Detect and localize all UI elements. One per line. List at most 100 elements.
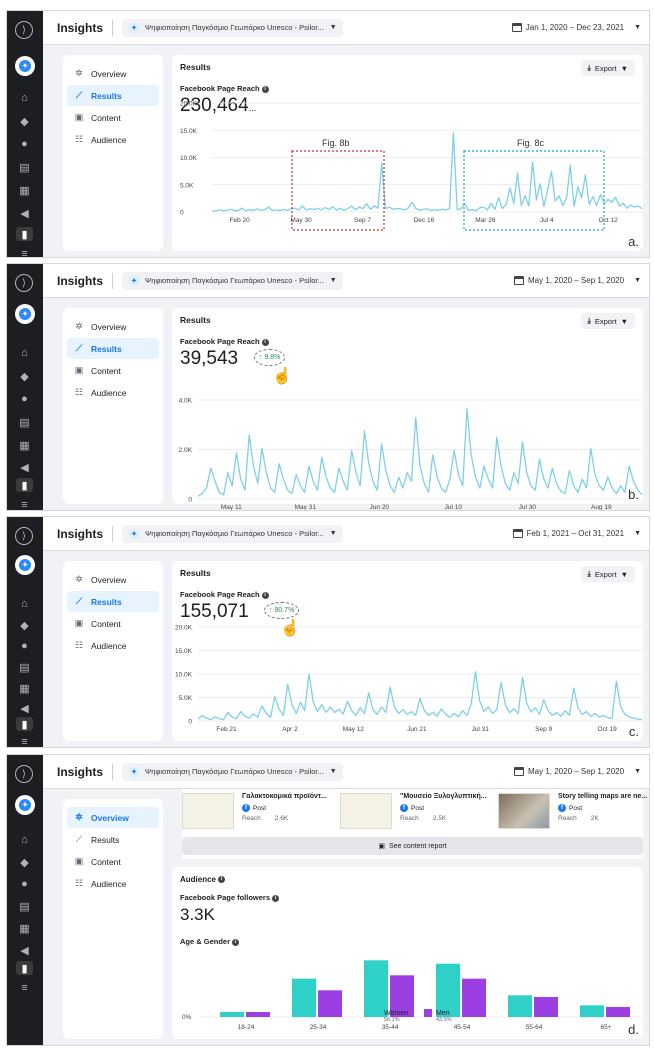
- nav-overview[interactable]: ✲ Overview: [67, 316, 159, 337]
- chart-legend: Women 56.1% Men 43.9%: [372, 1009, 452, 1023]
- nav-content[interactable]: ▣ Content: [67, 107, 159, 128]
- post-card[interactable]: Story telling maps are ne... f Post Reach…: [498, 793, 648, 829]
- notifications-icon[interactable]: ◆: [16, 114, 33, 128]
- page-avatar[interactable]: ✦: [15, 56, 35, 76]
- nav-content[interactable]: ▣ Content: [67, 851, 159, 872]
- date-range-picker[interactable]: May 1, 2020 – Sep 1, 2020 ▼: [513, 767, 641, 776]
- post-title: Story telling maps are ne...: [558, 793, 648, 800]
- notifications-icon[interactable]: ◆: [16, 855, 33, 869]
- menu-icon[interactable]: ≡: [16, 981, 33, 995]
- page-selector[interactable]: ✦ Ψηφιοποίηση Παγκόσμιο Γεωπάρκο Unesco -…: [122, 762, 343, 781]
- bar-men: [534, 997, 558, 1017]
- home-icon[interactable]: ⌂: [16, 597, 33, 611]
- messages-icon[interactable]: ●: [16, 639, 33, 653]
- legend-men: Men 43.9%: [424, 1009, 452, 1023]
- facebook-icon: f: [242, 804, 250, 812]
- audience-icon: ☷: [74, 134, 84, 144]
- chevron-down-icon: ▼: [620, 316, 628, 326]
- nav-overview[interactable]: ✲ Overview: [67, 63, 159, 84]
- nav-overview[interactable]: ✲ Overview: [67, 569, 159, 590]
- menu-icon[interactable]: ≡: [16, 498, 33, 510]
- ads-icon[interactable]: ◀: [16, 460, 33, 474]
- menu-icon[interactable]: ≡: [16, 735, 33, 747]
- insights-icon[interactable]: ▮: [16, 717, 33, 731]
- nav-content[interactable]: ▣ Content: [67, 360, 159, 381]
- report-icon: ▣: [378, 843, 386, 850]
- calendar-icon: [511, 23, 522, 32]
- insights-nav: ✲ Overview ⟋ Results ▣ Content ☷ Audience: [63, 308, 163, 504]
- insights-icon[interactable]: ▮: [16, 227, 33, 241]
- nav-audience[interactable]: ☷ Audience: [67, 873, 159, 894]
- menu-icon[interactable]: ≡: [16, 247, 33, 257]
- ads-icon[interactable]: ◀: [16, 943, 33, 957]
- meta-logo-icon[interactable]: ⟩: [15, 765, 33, 783]
- x-tick-label: Sep 9: [535, 726, 552, 733]
- post-card[interactable]: Γαλακτοκομικά προϊόντ... f Post Reach 2.6K: [182, 793, 332, 829]
- x-tick-label: May 31: [295, 504, 317, 511]
- nav-results[interactable]: ⟋ Results: [67, 338, 159, 359]
- post-thumbnail: [498, 793, 550, 829]
- posts-icon[interactable]: ▤: [16, 160, 33, 174]
- x-tick-label: May 12: [343, 726, 365, 733]
- notifications-icon[interactable]: ◆: [16, 618, 33, 632]
- insights-icon[interactable]: ▮: [16, 961, 33, 975]
- top-bar: Insights ✦ Ψηφιοποίηση Παγκόσμιο Γεωπάρκο…: [43, 11, 649, 45]
- ads-icon[interactable]: ◀: [16, 701, 33, 715]
- home-icon[interactable]: ⌂: [16, 346, 33, 360]
- posts-icon[interactable]: ▤: [16, 660, 33, 674]
- export-button[interactable]: ⤓ Export ▼: [580, 313, 635, 329]
- nav-audience[interactable]: ☷ Audience: [67, 635, 159, 656]
- date-range-picker[interactable]: Feb 1, 2021 – Oct 31, 2021 ▼: [512, 529, 641, 538]
- series-line: [211, 132, 643, 212]
- messages-icon[interactable]: ●: [16, 392, 33, 406]
- results-card: Results ⤓ Export ▼ Facebook Page Reach i 15…: [172, 561, 643, 741]
- calendar-icon: [512, 529, 523, 538]
- meta-logo-icon[interactable]: ⟩: [15, 21, 33, 39]
- home-icon[interactable]: ⌂: [16, 91, 33, 105]
- nav-audience[interactable]: ☷ Audience: [67, 382, 159, 403]
- export-button[interactable]: ⤓ Export ▼: [580, 60, 635, 76]
- page-selector[interactable]: ✦ Ψηφιοποίηση Παγκόσμιο Γεωπάρκο Unesco -…: [122, 524, 343, 543]
- nav-results[interactable]: ⟋ Results: [67, 829, 159, 850]
- posts-icon[interactable]: ▤: [16, 415, 33, 429]
- date-range-picker[interactable]: Jan 1, 2020 – Dec 23, 2021 ▼: [511, 23, 641, 32]
- calendar-icon[interactable]: ▦: [16, 438, 33, 452]
- notifications-icon[interactable]: ◆: [16, 369, 33, 383]
- page-selector[interactable]: ✦ Ψηφιοποίηση Παγκόσμιο Γεωπάρκο Unesco -…: [122, 271, 343, 290]
- calendar-icon[interactable]: ▦: [16, 921, 33, 935]
- page-avatar[interactable]: ✦: [15, 795, 35, 815]
- post-card[interactable]: "Μουσείο Ξυλογλυπτική... f Post Reach 2.5K: [340, 793, 490, 829]
- see-content-report-button[interactable]: ▣ See content report: [182, 837, 643, 855]
- messages-icon[interactable]: ●: [16, 877, 33, 891]
- ads-icon[interactable]: ◀: [16, 206, 33, 220]
- nav-content[interactable]: ▣ Content: [67, 613, 159, 634]
- meta-logo-icon[interactable]: ⟩: [15, 274, 33, 292]
- info-icon: i: [218, 876, 226, 884]
- page-avatar[interactable]: ✦: [15, 555, 35, 575]
- results-heading: Results: [180, 315, 211, 325]
- posts-icon[interactable]: ▤: [16, 899, 33, 913]
- nav-results[interactable]: ⟋ Results: [67, 85, 159, 106]
- x-tick-label: 65+: [600, 1024, 611, 1031]
- divider: [112, 525, 114, 542]
- nav-audience[interactable]: ☷ Audience: [67, 129, 159, 150]
- nav-overview[interactable]: ✲ Overview: [67, 807, 159, 828]
- bar-men: [606, 1007, 630, 1017]
- export-button[interactable]: ⤓ Export ▼: [580, 566, 635, 582]
- date-range-picker[interactable]: May 1, 2020 – Sep 1, 2020 ▼: [513, 276, 641, 285]
- meta-logo-icon[interactable]: ⟩: [15, 527, 33, 545]
- insights-icon[interactable]: ▮: [16, 478, 33, 492]
- legend-women: Women 56.1%: [372, 1009, 408, 1023]
- calendar-icon[interactable]: ▦: [16, 681, 33, 695]
- chevron-down-icon: ▼: [634, 768, 641, 775]
- nav-results[interactable]: ⟋ Results: [67, 591, 159, 612]
- audience-icon: ☷: [74, 387, 84, 397]
- reach-label: Facebook Page Reach i: [180, 590, 269, 599]
- x-tick-label: Jun 20: [370, 504, 390, 511]
- pointer-hand-icon: ☝: [272, 368, 292, 385]
- calendar-icon[interactable]: ▦: [16, 183, 33, 197]
- page-selector[interactable]: ✦ Ψηφιοποίηση Παγκόσμιο Γεωπάρκο Unesco -…: [122, 18, 343, 37]
- messages-icon[interactable]: ●: [16, 137, 33, 151]
- home-icon[interactable]: ⌂: [16, 833, 33, 847]
- page-avatar[interactable]: ✦: [15, 304, 35, 324]
